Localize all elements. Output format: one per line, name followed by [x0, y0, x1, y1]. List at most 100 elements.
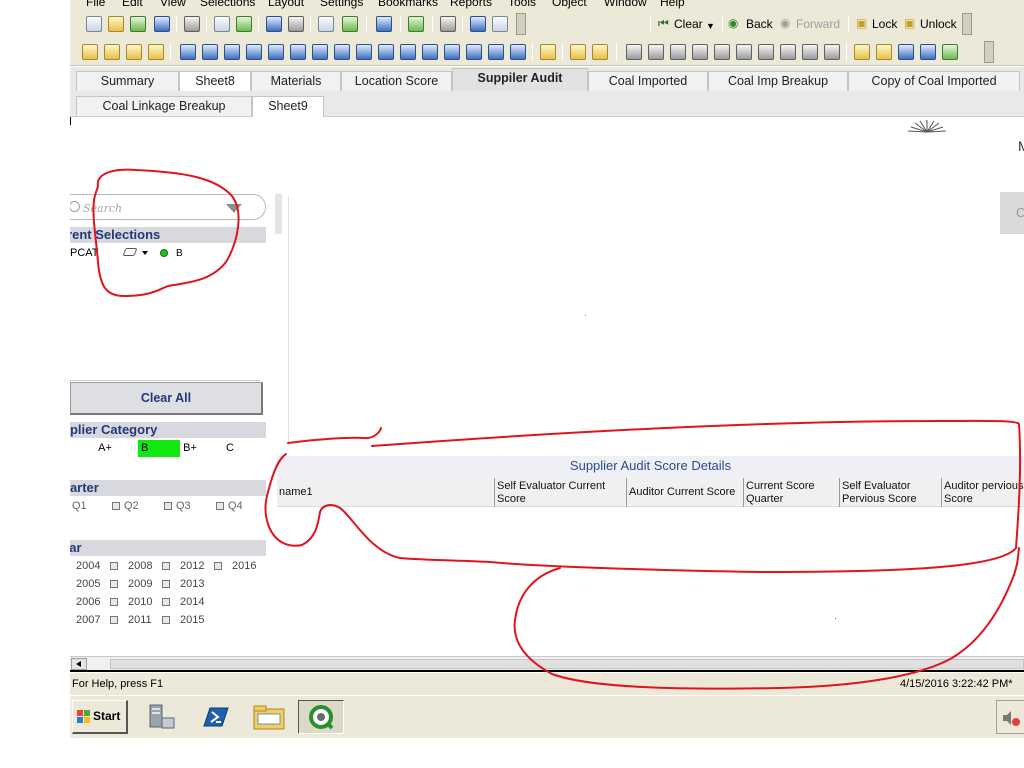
- bookmark-object-icon[interactable]: [422, 44, 438, 60]
- category-option-b[interactable]: B: [138, 440, 180, 457]
- align-right-icon[interactable]: [670, 44, 686, 60]
- checkbox[interactable]: [216, 502, 224, 510]
- checkbox[interactable]: [110, 580, 118, 588]
- redo-icon[interactable]: [288, 16, 304, 32]
- checkbox[interactable]: [112, 502, 120, 510]
- year-option[interactable]: 2015: [180, 614, 204, 626]
- menu-window[interactable]: Window: [604, 0, 647, 9]
- slider-object-icon[interactable]: [400, 44, 416, 60]
- save-icon[interactable]: [154, 16, 170, 32]
- menu-file[interactable]: File: [86, 0, 105, 9]
- edit-script-icon[interactable]: [214, 16, 230, 32]
- menu-view[interactable]: View: [160, 0, 186, 9]
- clear-button[interactable]: Clear: [674, 17, 703, 31]
- year-option[interactable]: 2006: [76, 596, 100, 608]
- year-option[interactable]: 2005: [76, 578, 100, 590]
- bookmark-star-icon[interactable]: [408, 16, 424, 32]
- align-top-icon[interactable]: [714, 44, 730, 60]
- fit-size-icon[interactable]: [592, 44, 608, 60]
- year-option[interactable]: 2016: [232, 560, 256, 572]
- sidebar-scrollbar[interactable]: [275, 194, 282, 234]
- quarter-option-q3[interactable]: Q3: [176, 500, 191, 512]
- checkbox[interactable]: [164, 502, 172, 510]
- chart-properties-icon[interactable]: [540, 44, 556, 60]
- center-vertical-icon[interactable]: [736, 44, 752, 60]
- checkbox[interactable]: [214, 562, 222, 570]
- text-object-icon[interactable]: [356, 44, 372, 60]
- context-help-icon[interactable]: [492, 16, 508, 32]
- quarter-option-q2[interactable]: Q2: [124, 500, 139, 512]
- quarter-option-q4[interactable]: Q4: [228, 500, 243, 512]
- new-document-icon[interactable]: [86, 16, 102, 32]
- custom-object-icon[interactable]: [488, 44, 504, 60]
- align-left-icon[interactable]: [626, 44, 642, 60]
- multibox-icon[interactable]: [246, 44, 262, 60]
- toolbar-overflow-button[interactable]: [516, 13, 526, 35]
- format-painter-icon[interactable]: [570, 44, 586, 60]
- column-header-name1[interactable]: name1: [277, 479, 493, 506]
- powershell-taskbar-button[interactable]: [192, 700, 238, 734]
- current-selections-box-icon[interactable]: [312, 44, 328, 60]
- unlock-icon[interactable]: ▣: [904, 16, 915, 30]
- clear-icon[interactable]: ⏮: [658, 16, 669, 30]
- new-sheet-icon[interactable]: [82, 44, 98, 60]
- column-header-auditor-pervious-score[interactable]: Auditor pervious Score: [942, 479, 1024, 506]
- checkbox[interactable]: [110, 562, 118, 570]
- menu-edit[interactable]: Edit: [122, 0, 143, 9]
- tab-coal-linkage-breakup[interactable]: Coal Linkage Breakup: [76, 96, 252, 116]
- document-icon[interactable]: [942, 44, 958, 60]
- checkbox[interactable]: [110, 616, 118, 624]
- year-option[interactable]: 2008: [128, 560, 152, 572]
- year-option[interactable]: 2004: [76, 560, 100, 572]
- column-header-self-evaluator-current-score[interactable]: Self Evaluator Current Score: [495, 479, 625, 506]
- start-button[interactable]: Start: [72, 700, 128, 734]
- checkbox[interactable]: [162, 580, 170, 588]
- menu-tools[interactable]: Tools: [508, 0, 536, 9]
- find-icon[interactable]: [318, 16, 334, 32]
- tab-materials[interactable]: Materials: [251, 71, 341, 91]
- search-box[interactable]: [70, 194, 266, 220]
- column-header-self-evaluator-pervious-score[interactable]: Self Evaluator Pervious Score: [840, 479, 940, 506]
- clear-all-button[interactable]: Clear All: [70, 382, 263, 415]
- checkbox[interactable]: [162, 598, 170, 606]
- reload-icon[interactable]: [130, 16, 146, 32]
- checkbox[interactable]: [162, 562, 170, 570]
- menu-reports[interactable]: Reports: [450, 0, 492, 9]
- sheet-properties-icon[interactable]: [148, 44, 164, 60]
- tab-coal-imported[interactable]: Coal Imported: [588, 71, 708, 91]
- scrollbar-thumb[interactable]: [110, 659, 1024, 669]
- back-button[interactable]: Back: [746, 17, 773, 31]
- dropdown-arrow-icon[interactable]: [142, 251, 148, 255]
- menu-bookmarks[interactable]: Bookmarks: [378, 0, 438, 9]
- space-horizontal-icon[interactable]: [758, 44, 774, 60]
- scroll-left-icon[interactable]: [71, 658, 87, 670]
- toolbar-overflow-button[interactable]: [984, 41, 994, 63]
- year-option[interactable]: 2014: [180, 596, 204, 608]
- chart-icon[interactable]: [268, 44, 284, 60]
- chevron-down-icon[interactable]: [226, 204, 242, 213]
- tab-sheet9[interactable]: Sheet9: [252, 96, 324, 117]
- column-header-current-score-quarter[interactable]: Current Score Quarter: [744, 479, 838, 506]
- edit-object-icon[interactable]: [898, 44, 914, 60]
- space-vertical-icon[interactable]: [780, 44, 796, 60]
- year-option[interactable]: 2013: [180, 578, 204, 590]
- align-center-icon[interactable]: [648, 44, 664, 60]
- help-icon[interactable]: [470, 16, 486, 32]
- server-object-icon[interactable]: [510, 44, 526, 60]
- search-object-icon[interactable]: [444, 44, 460, 60]
- chart-wizard-icon[interactable]: [376, 16, 392, 32]
- sheet-left-icon[interactable]: [104, 44, 120, 60]
- sheet-object-paste-icon[interactable]: [876, 44, 892, 60]
- line-arrow-icon[interactable]: [378, 44, 394, 60]
- menu-help[interactable]: Help: [660, 0, 685, 9]
- year-option[interactable]: 2007: [76, 614, 100, 626]
- tab-location-score[interactable]: Location Score: [341, 71, 452, 91]
- reload-data-icon[interactable]: [236, 16, 252, 32]
- tab-copy-of-coal-imported[interactable]: Copy of Coal Imported: [848, 71, 1020, 91]
- design-grid-icon[interactable]: [440, 16, 456, 32]
- tab-sheet8[interactable]: Sheet8: [179, 71, 251, 91]
- year-option[interactable]: 2011: [128, 614, 152, 626]
- quarter-option-q1[interactable]: Q1: [72, 500, 87, 512]
- table-box-icon[interactable]: [224, 44, 240, 60]
- tab-suppiler-audit[interactable]: Suppiler Audit: [452, 68, 588, 91]
